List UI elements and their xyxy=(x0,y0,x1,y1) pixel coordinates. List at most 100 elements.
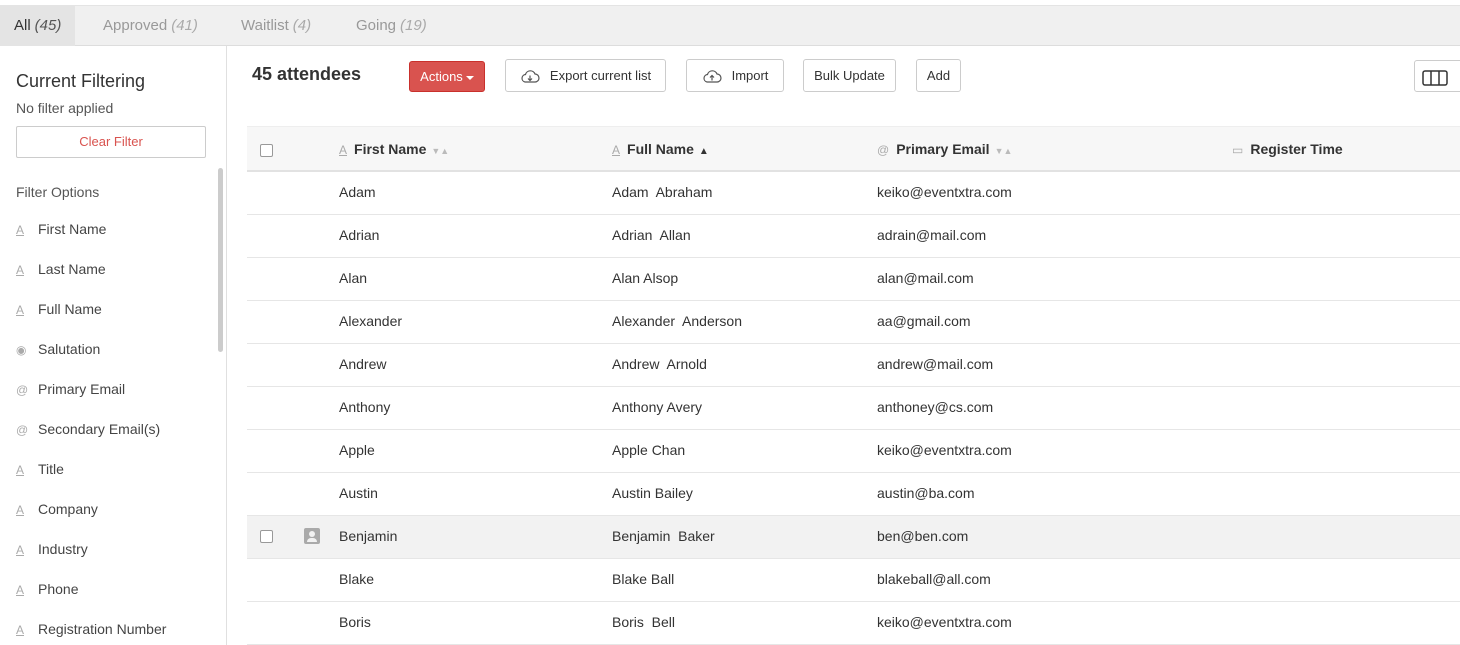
cell-primary-email: andrew@mail.com xyxy=(877,356,994,372)
bulk-update-button[interactable]: Bulk Update xyxy=(803,59,896,92)
table-row[interactable]: Andrew Andrew Arnold andrew@mail.com xyxy=(247,344,1460,387)
filter-item-label: Company xyxy=(38,501,98,517)
cell-full-name: Alan Alsop xyxy=(612,270,679,286)
current-filtering-status: No filter applied xyxy=(16,100,114,116)
table-row[interactable]: Adam Adam Abraham keiko@eventxtra.com xyxy=(247,172,1460,215)
cell-first-name: Alan xyxy=(339,270,368,286)
table-row[interactable]: Austin Austin Bailey austin@ba.com xyxy=(247,473,1460,516)
attendees-table: A First Name ▼▲ A Full Name ▲ @ Primary Email… xyxy=(247,126,1460,645)
cloud-download-icon xyxy=(521,69,540,83)
cell-first-name: Austin xyxy=(339,485,378,501)
clear-filter-button[interactable]: Clear Filter xyxy=(16,126,206,158)
text-icon: A xyxy=(16,223,25,237)
filter-item-company[interactable]: A Company xyxy=(0,489,215,529)
row-checkbox[interactable] xyxy=(260,530,273,543)
columns-icon xyxy=(1422,69,1448,86)
table-row[interactable]: Adrian Adrian Allan adrain@mail.com xyxy=(247,215,1460,258)
filter-item-secondary-emails[interactable]: @ Secondary Email(s) xyxy=(0,409,215,449)
filter-item-first-name[interactable]: A First Name xyxy=(0,209,215,249)
cell-first-name: Adrian xyxy=(339,227,380,243)
cell-primary-email: keiko@eventxtra.com xyxy=(877,442,1012,458)
actions-label: Actions xyxy=(420,69,463,84)
cell-primary-email: ben@ben.com xyxy=(877,528,969,544)
tab-label: Going xyxy=(356,17,397,34)
cell-primary-email: alan@mail.com xyxy=(877,270,974,286)
table-row[interactable]: Apple Apple Chan keiko@eventxtra.com xyxy=(247,430,1460,473)
contact-card-icon[interactable] xyxy=(304,528,320,544)
text-icon: A xyxy=(16,503,25,517)
tab-all[interactable]: All (45) xyxy=(0,6,76,46)
filter-item-label: Industry xyxy=(38,541,88,557)
tab-count: (41) xyxy=(171,17,198,34)
table-row[interactable]: Benjamin Benjamin Baker ben@ben.com xyxy=(247,516,1460,559)
column-label: Register Time xyxy=(1250,141,1343,157)
tab-count: (45) xyxy=(34,17,62,34)
cell-primary-email: austin@ba.com xyxy=(877,485,975,501)
tab-label: Waitlist xyxy=(241,17,289,34)
table-row[interactable]: Blake Blake Ball blakeball@all.com xyxy=(247,559,1460,602)
filter-item-label: Phone xyxy=(38,581,79,597)
column-label: Full Name xyxy=(627,141,694,157)
status-tabs: All (45) Approved (41) Waitlist (4) Going (1… xyxy=(0,5,1460,46)
select-all-checkbox[interactable] xyxy=(260,144,273,157)
sort-icon: ▼▲ xyxy=(994,146,1013,156)
filter-item-industry[interactable]: A Industry xyxy=(0,529,215,569)
filter-item-label: Full Name xyxy=(38,301,102,317)
import-button[interactable]: Import xyxy=(686,59,784,92)
filter-item-title[interactable]: A Title xyxy=(0,449,215,489)
sort-ascending-icon: ▲ xyxy=(698,146,709,157)
text-icon: A xyxy=(339,143,348,157)
filter-item-full-name[interactable]: A Full Name xyxy=(0,289,215,329)
table-row[interactable]: Anthony Anthony Avery anthoney@cs.com xyxy=(247,387,1460,430)
tab-approved[interactable]: Approved (41) xyxy=(89,6,212,46)
current-filtering-title: Current Filtering xyxy=(16,71,146,91)
caret-down-icon xyxy=(465,75,474,80)
tab-going[interactable]: Going (19) xyxy=(342,6,441,46)
attendee-count: 45 attendees xyxy=(252,64,362,84)
table-body: Adam Adam Abraham keiko@eventxtra.com Adria… xyxy=(247,172,1460,645)
import-label: Import xyxy=(731,68,769,83)
column-header-full-name[interactable]: A Full Name ▲ xyxy=(612,127,709,171)
filter-item-registration-number[interactable]: A Registration Number xyxy=(0,609,215,645)
column-label: Primary Email xyxy=(896,141,990,157)
export-button[interactable]: Export current list xyxy=(505,59,666,92)
actions-dropdown-button[interactable]: Actions xyxy=(409,61,485,92)
filter-item-label: Primary Email xyxy=(38,381,126,397)
filter-item-phone[interactable]: A Phone xyxy=(0,569,215,609)
cell-full-name: Benjamin Baker xyxy=(612,528,715,544)
text-icon: A xyxy=(16,463,25,477)
sort-icon: ▼▲ xyxy=(431,146,450,156)
cell-full-name: Anthony Avery xyxy=(612,399,703,415)
filter-item-label: Salutation xyxy=(38,341,101,357)
sidebar-scrollbar[interactable] xyxy=(218,168,223,352)
tab-count: (4) xyxy=(292,17,312,34)
table-row[interactable]: Alexander Alexander Anderson aa@gmail.com xyxy=(247,301,1460,344)
cell-primary-email: keiko@eventxtra.com xyxy=(877,184,1012,200)
tab-waitlist[interactable]: Waitlist (4) xyxy=(227,6,325,46)
column-header-first-name[interactable]: A First Name ▼▲ xyxy=(339,127,449,171)
add-button[interactable]: Add xyxy=(916,59,961,92)
filter-item-salutation[interactable]: ◉ Salutation xyxy=(0,329,215,369)
cell-full-name: Apple Chan xyxy=(612,442,686,458)
cell-first-name: Anthony xyxy=(339,399,391,415)
columns-toggle-button[interactable] xyxy=(1414,60,1460,92)
table-row[interactable]: Boris Boris Bell keiko@eventxtra.com xyxy=(247,602,1460,645)
tab-label: Approved xyxy=(103,17,168,34)
filter-item-last-name[interactable]: A Last Name xyxy=(0,249,215,289)
column-header-primary-email[interactable]: @ Primary Email ▼▲ xyxy=(877,127,1012,171)
table-row[interactable]: Alan Alan Alsop alan@mail.com xyxy=(247,258,1460,301)
column-header-register-time[interactable]: ▭ Register Time xyxy=(1232,127,1343,171)
text-icon: A xyxy=(16,543,25,557)
cell-first-name: Andrew xyxy=(339,356,387,372)
filter-item-primary-email[interactable]: @ Primary Email xyxy=(0,369,215,409)
cell-first-name: Blake xyxy=(339,571,375,587)
column-label: First Name xyxy=(354,141,427,157)
filter-item-label: Title xyxy=(38,461,64,477)
cell-first-name: Benjamin xyxy=(339,528,398,544)
text-icon: A xyxy=(16,303,25,317)
text-icon: A xyxy=(16,623,25,637)
filter-sidebar: Current Filtering No filter applied Clea… xyxy=(0,46,227,645)
cell-first-name: Boris xyxy=(339,614,371,630)
radio-icon: ◉ xyxy=(16,343,27,357)
cell-primary-email: blakeball@all.com xyxy=(877,571,991,587)
